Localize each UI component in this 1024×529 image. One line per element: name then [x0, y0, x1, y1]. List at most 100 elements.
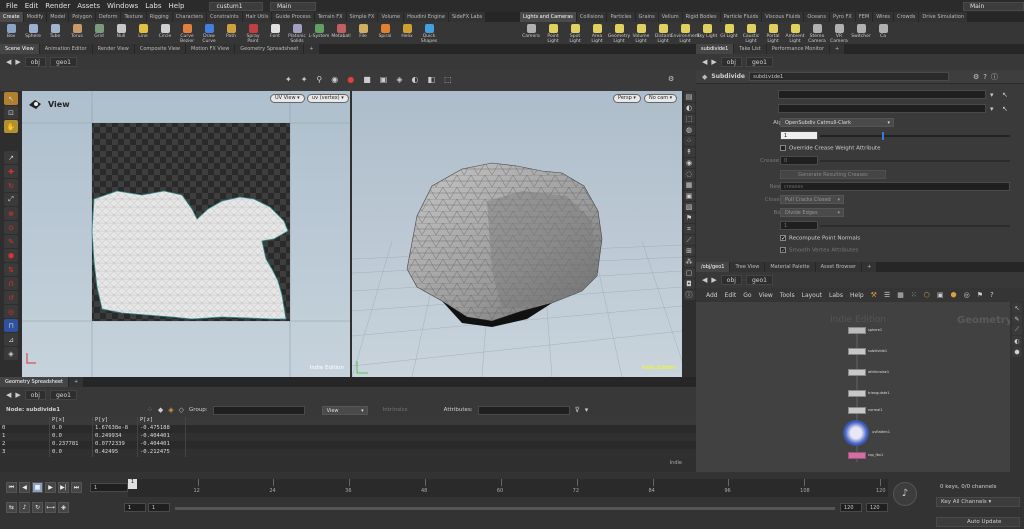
creases-select-icon[interactable]: ↖: [1002, 105, 1008, 113]
nav-obj[interactable]: obj: [24, 57, 46, 67]
add-network-tab-button[interactable]: +: [862, 262, 877, 272]
tool-ca[interactable]: Ca: [872, 22, 894, 39]
shelf-tab-lights-and-cameras[interactable]: Lights and Cameras: [520, 12, 576, 22]
ss-col-pz[interactable]: P[z]: [138, 417, 186, 425]
network-menu-help[interactable]: Help: [850, 292, 864, 299]
stop-icon[interactable]: ■: [363, 75, 371, 84]
shelf-tab-characters[interactable]: Characters: [172, 12, 207, 22]
uv-viewport[interactable]: View UV View ▾ uv (vertex) ▾ Indie Editi…: [22, 91, 350, 377]
back-arrow-icon[interactable]: ◀: [6, 58, 11, 66]
tab-scene-view[interactable]: Scene View: [0, 44, 39, 54]
ss-col-px[interactable]: P[x]: [50, 417, 93, 425]
bias-slider[interactable]: [820, 225, 1010, 227]
tool-font[interactable]: Font: [264, 22, 286, 39]
shelf-tab-drive-simulation[interactable]: Drive Simulation: [919, 12, 967, 22]
pose-tool-icon[interactable]: ✋: [4, 120, 18, 133]
node-rop-fbx1[interactable]: [848, 452, 866, 459]
shelf-tab-model[interactable]: Model: [47, 12, 69, 22]
persp-dropdown[interactable]: Persp ▾: [613, 94, 641, 103]
particles-icon[interactable]: ⁂: [683, 257, 695, 267]
menu-assets[interactable]: Assets: [77, 2, 100, 10]
tab-subdivide1[interactable]: subdivide1: [696, 44, 734, 54]
shelf-tab-particles[interactable]: Particles: [607, 12, 635, 22]
network-sticky-icon[interactable]: ▣: [937, 291, 944, 299]
magnet-tool-icon[interactable]: Ո: [4, 277, 18, 290]
ss-group-field[interactable]: [212, 405, 305, 415]
menu-labs[interactable]: Labs: [145, 2, 161, 10]
grid-icon[interactable]: ▦: [683, 180, 695, 190]
go-end-icon[interactable]: ⏭: [71, 482, 82, 493]
add-tab-button[interactable]: +: [304, 44, 319, 54]
uv-island[interactable]: [91, 190, 289, 320]
shelf-tab-rigging[interactable]: Rigging: [146, 12, 172, 22]
ss-vertices-icon[interactable]: ◆: [158, 406, 163, 414]
param-gear-icon[interactable]: ⚙: [973, 73, 979, 81]
network-edit-icon[interactable]: ✎: [1012, 314, 1022, 324]
network-menu-go[interactable]: Go: [743, 292, 751, 299]
wireframe-icon[interactable]: ⬚: [683, 114, 695, 124]
ss-primitives-icon[interactable]: ◈: [168, 406, 173, 414]
node-sphere1[interactable]: [848, 327, 866, 334]
tool-torus[interactable]: Torus: [66, 22, 88, 39]
tool-portal-light[interactable]: Portal Light: [762, 22, 784, 44]
network-network-icon[interactable]: ⬡: [924, 291, 930, 299]
auto-update-button[interactable]: Auto Update: [936, 517, 1020, 527]
menu-edit[interactable]: Edit: [25, 2, 39, 10]
scale-tool-icon[interactable]: ⤢: [4, 193, 18, 206]
shading-icon[interactable]: ⬚: [444, 75, 452, 84]
tab-animation-editor[interactable]: Animation Editor: [39, 44, 92, 54]
viewport-gear-icon[interactable]: ⚙: [668, 75, 674, 83]
tool-stereo-camera[interactable]: Stereo Camera: [806, 22, 828, 44]
group-menu-icon[interactable]: ▾: [990, 91, 994, 99]
tool-file[interactable]: File: [352, 22, 374, 39]
visibility-icon[interactable]: ◉: [683, 158, 695, 168]
normals-icon[interactable]: ↟: [683, 147, 695, 157]
ss-nav-obj[interactable]: obj: [24, 390, 46, 400]
creases-menu-icon[interactable]: ▾: [990, 105, 994, 113]
network-menu-labs[interactable]: Labs: [829, 292, 843, 299]
ghost-toggle-icon[interactable]: ◌: [683, 169, 695, 179]
tab-take-list[interactable]: Take List: [734, 44, 766, 54]
ss-nav-geo[interactable]: geo1: [49, 390, 77, 400]
tab-render-view[interactable]: Render View: [92, 44, 134, 54]
ghost-icon[interactable]: ◉: [331, 75, 338, 84]
param-forward-icon[interactable]: ▶: [711, 58, 716, 66]
tab-motion-fx-view[interactable]: Motion FX View: [186, 44, 235, 54]
tool-l-system[interactable]: L-System: [308, 22, 330, 39]
bounding-icon[interactable]: ▢: [683, 268, 695, 278]
ss-filter-menu-icon[interactable]: ▾: [585, 406, 589, 414]
table-row[interactable]: 3 0.0 0.42495 -0.212475: [0, 449, 696, 457]
creases-field[interactable]: [778, 104, 986, 113]
lighting-icon[interactable]: ◐: [683, 103, 695, 113]
tab-performance-monitor[interactable]: Performance Monitor: [766, 44, 829, 54]
camera-dropdown[interactable]: No cam ▾: [644, 94, 678, 103]
network-menu-layout[interactable]: Layout: [802, 292, 822, 299]
play-icon[interactable]: ▶: [45, 482, 56, 493]
shelf-tab-sidefx-labs[interactable]: SideFX Labs: [448, 12, 486, 22]
tool-ambient-light[interactable]: Ambient Light: [784, 22, 806, 44]
range-icon[interactable]: ⟷: [45, 502, 56, 513]
snap-grid-icon[interactable]: ✦: [301, 75, 308, 84]
new-group-field[interactable]: creases: [780, 182, 1010, 191]
depth-slider[interactable]: [820, 132, 1010, 140]
param-nav-obj[interactable]: obj: [720, 57, 742, 67]
tab-composite-view[interactable]: Composite View: [134, 44, 185, 54]
param-nav-geo[interactable]: geo1: [745, 57, 773, 67]
shelf-tab-volume[interactable]: Volume: [378, 12, 404, 22]
tool-volume-light[interactable]: Volume Light: [630, 22, 652, 44]
tool-tube[interactable]: Tube: [44, 22, 66, 39]
loop-icon[interactable]: ↻: [32, 502, 43, 513]
tool-spiral[interactable]: Spiral: [374, 22, 396, 39]
edge-icon[interactable]: ⟋: [683, 235, 695, 245]
bias-field[interactable]: 1: [780, 221, 818, 230]
render-region-icon[interactable]: ◧: [428, 75, 436, 84]
tab-geometry-spreadsheet[interactable]: Geometry Spreadsheet: [235, 44, 304, 54]
audio-icon[interactable]: ♪: [19, 502, 30, 513]
network-forward-icon[interactable]: ▶: [711, 276, 716, 284]
select-tool-icon[interactable]: ↖: [4, 92, 18, 105]
close-cracks-dropdown[interactable]: Pull Cracks Closed ▾: [780, 195, 844, 204]
param-back-icon[interactable]: ◀: [702, 58, 707, 66]
param-help-icon[interactable]: ?: [983, 73, 987, 81]
network-menu-view[interactable]: View: [759, 292, 773, 299]
nav-geo[interactable]: geo1: [49, 57, 77, 67]
